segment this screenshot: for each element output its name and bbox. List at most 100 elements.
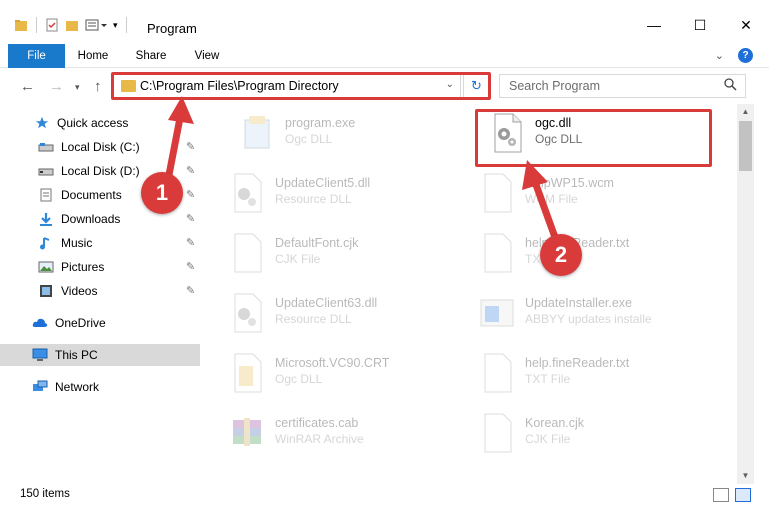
file-name: UpdateClient63.dll bbox=[275, 296, 378, 310]
search-icon[interactable] bbox=[724, 78, 737, 94]
close-button[interactable]: ✕ bbox=[723, 10, 769, 40]
file-item[interactable]: DefaultFont.cjk CJK File bbox=[207, 226, 447, 280]
pin-icon[interactable]: ✎ bbox=[186, 212, 195, 225]
file-type: WCM File bbox=[525, 192, 578, 206]
file-name: HelpWP15.wcm bbox=[525, 176, 614, 190]
ribbon-right-controls: ⌄ ? bbox=[715, 48, 753, 63]
file-item[interactable]: HelpWP15.wcm WCM File bbox=[457, 166, 697, 220]
sidebar-item-label: Documents bbox=[61, 188, 122, 202]
drive-icon bbox=[38, 143, 54, 152]
file-item[interactable]: Korean.cjk CJK File bbox=[457, 406, 697, 460]
search-placeholder: Search Program bbox=[509, 79, 601, 93]
toolbar-divider bbox=[36, 17, 37, 33]
blank-file-icon bbox=[484, 233, 512, 273]
vertical-scrollbar[interactable]: ▲ ▼ bbox=[737, 104, 754, 484]
search-input[interactable]: Search Program bbox=[499, 74, 746, 98]
details-view-icon[interactable] bbox=[713, 488, 729, 502]
chevron-down-icon[interactable]: ⌄ bbox=[715, 49, 724, 62]
pictures-icon bbox=[38, 261, 54, 273]
window-controls: — ☐ ✕ bbox=[631, 10, 769, 40]
blank-file-icon bbox=[484, 173, 512, 213]
file-item[interactable]: UpdateInstaller.exe ABBYY updates instal… bbox=[457, 286, 697, 340]
properties-icon[interactable] bbox=[45, 18, 59, 32]
scroll-down-icon[interactable]: ▼ bbox=[737, 468, 754, 484]
cloud-icon bbox=[32, 318, 48, 327]
music-icon bbox=[40, 237, 50, 250]
download-icon bbox=[40, 213, 52, 226]
file-name: Microsoft.VC90.CRT bbox=[275, 356, 390, 370]
exe-icon bbox=[244, 116, 270, 149]
videos-icon bbox=[40, 285, 52, 297]
customize-toolbar-icon[interactable] bbox=[85, 18, 107, 32]
sidebar-item-label: Network bbox=[55, 380, 100, 394]
file-item[interactable]: UpdateClient63.dll Resource DLL bbox=[207, 286, 447, 340]
sidebar-item-label: This PC bbox=[55, 348, 98, 362]
computer-icon bbox=[32, 348, 48, 361]
documents-icon bbox=[40, 188, 52, 202]
file-name: help.fineReader.txt bbox=[525, 356, 630, 370]
tab-view[interactable]: View bbox=[184, 44, 230, 68]
item-count: 150 items bbox=[20, 488, 70, 500]
sidebar-item-label: Quick access bbox=[57, 116, 129, 130]
file-type: TXT File bbox=[525, 372, 571, 386]
address-bar-highlight bbox=[111, 72, 491, 100]
sidebar-item-this-pc[interactable]: This PC bbox=[0, 344, 200, 366]
pin-icon[interactable]: ✎ bbox=[186, 236, 195, 249]
new-folder-icon[interactable] bbox=[65, 18, 79, 32]
file-name: UpdateInstaller.exe bbox=[525, 296, 633, 310]
file-type: Ogc DLL bbox=[275, 372, 323, 386]
pin-icon[interactable]: ✎ bbox=[186, 164, 195, 177]
tab-file[interactable]: File bbox=[8, 44, 65, 68]
minimize-button[interactable]: — bbox=[631, 10, 677, 40]
maximize-button[interactable]: ☐ bbox=[677, 10, 723, 40]
scrollbar-thumb[interactable] bbox=[739, 121, 752, 171]
sidebar-item-pictures[interactable]: Pictures ✎ bbox=[0, 256, 200, 278]
pin-icon[interactable]: ✎ bbox=[186, 140, 195, 153]
dropdown-arrow-icon[interactable]: ▾ bbox=[113, 20, 118, 31]
sidebar-item-quick-access[interactable]: Quick access bbox=[0, 112, 200, 134]
star-icon bbox=[35, 116, 49, 129]
sidebar-item-videos[interactable]: Videos ✎ bbox=[0, 280, 200, 302]
sidebar-item-network[interactable]: Network bbox=[0, 376, 200, 398]
file-type: Resource DLL bbox=[275, 312, 352, 326]
forward-arrow-icon[interactable]: → bbox=[49, 78, 64, 95]
title-bar: ▾ Program — ☐ ✕ bbox=[0, 0, 769, 44]
toolbar-divider bbox=[125, 17, 127, 33]
sidebar-item-label: Music bbox=[61, 236, 93, 250]
step-1-badge: 1 bbox=[141, 172, 183, 214]
file-item[interactable]: UpdateClient5.dll Resource DLL bbox=[207, 166, 447, 220]
scroll-up-icon[interactable]: ▲ bbox=[737, 104, 754, 120]
step-2-badge: 2 bbox=[540, 234, 582, 276]
file-name: UpdateClient5.dll bbox=[275, 176, 371, 190]
file-name: program.exe bbox=[285, 116, 356, 130]
file-item[interactable]: program.exe Ogc DLL bbox=[217, 106, 457, 160]
file-item[interactable]: Microsoft.VC90.CRT Ogc DLL bbox=[207, 346, 447, 400]
sidebar-item-label: Local Disk (D:) bbox=[61, 164, 140, 178]
sidebar-item-label: Local Disk (C:) bbox=[61, 140, 140, 154]
file-type: Resource DLL bbox=[275, 192, 352, 206]
tab-home[interactable]: Home bbox=[70, 44, 116, 68]
pin-icon[interactable]: ✎ bbox=[186, 260, 195, 273]
sidebar-item-onedrive[interactable]: OneDrive bbox=[0, 312, 200, 334]
file-name: DefaultFont.cjk bbox=[275, 236, 359, 250]
recent-locations-icon[interactable]: ▾ bbox=[75, 82, 80, 93]
window-title: Program bbox=[147, 21, 197, 36]
sidebar-item-local-disk-c[interactable]: Local Disk (C:) ✎ bbox=[0, 136, 200, 158]
help-icon[interactable]: ? bbox=[738, 48, 753, 63]
file-type: Ogc DLL bbox=[285, 132, 333, 146]
dll-gear-icon bbox=[234, 293, 262, 333]
folder-icon[interactable] bbox=[14, 18, 28, 32]
dll-gear-icon bbox=[234, 173, 262, 213]
tab-share[interactable]: Share bbox=[128, 44, 174, 68]
pin-icon[interactable]: ✎ bbox=[186, 284, 195, 297]
file-item[interactable]: certificates.cab WinRAR Archive bbox=[207, 406, 447, 460]
sidebar-item-music[interactable]: Music ✎ bbox=[0, 232, 200, 254]
archive-icon bbox=[233, 418, 261, 446]
up-arrow-icon[interactable]: ↑ bbox=[94, 78, 102, 95]
file-type: CJK File bbox=[275, 252, 321, 266]
large-icons-view-icon[interactable] bbox=[735, 488, 751, 502]
back-arrow-icon[interactable]: ← bbox=[20, 78, 35, 95]
view-switcher bbox=[713, 488, 751, 502]
pin-icon[interactable]: ✎ bbox=[186, 188, 195, 201]
file-item[interactable]: help.fineReader.txt TXT File bbox=[457, 346, 697, 400]
